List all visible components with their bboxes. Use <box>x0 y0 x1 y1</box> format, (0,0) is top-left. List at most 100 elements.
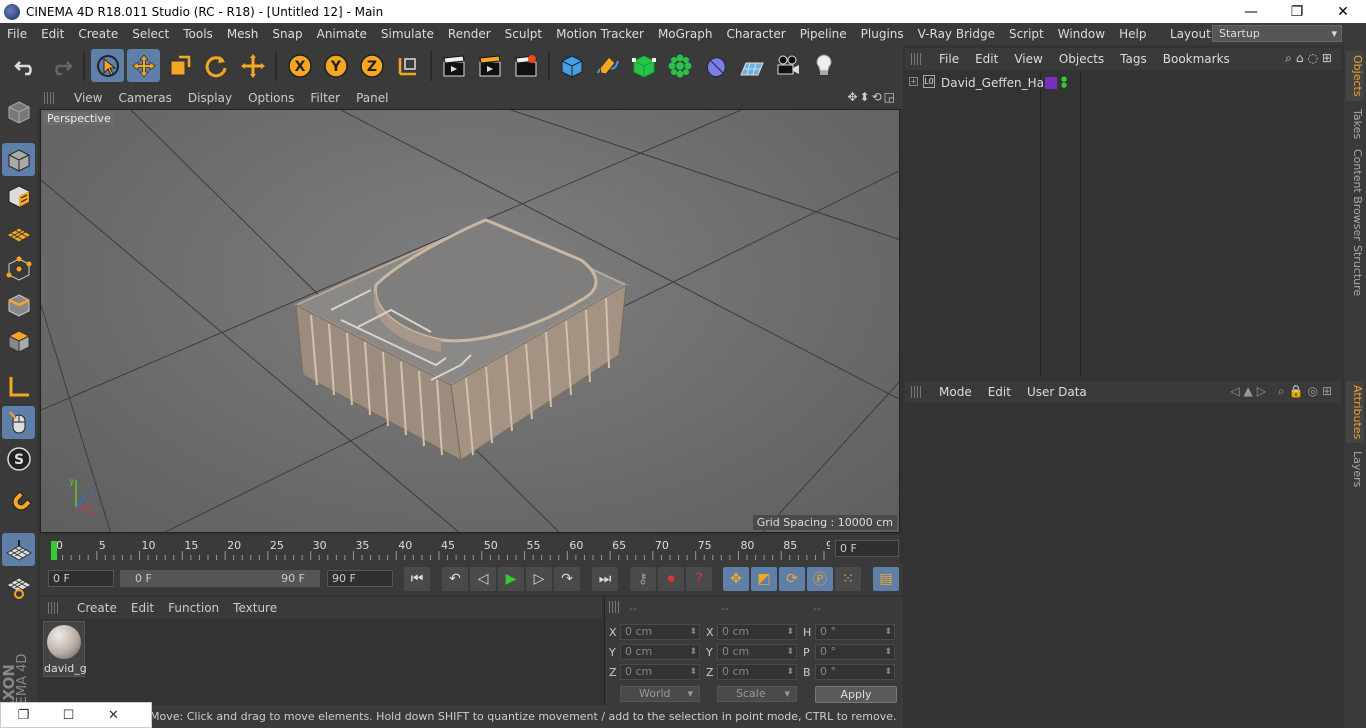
locked-workplane-button[interactable] <box>2 569 35 602</box>
z-axis-button[interactable]: Z <box>355 49 388 82</box>
objects-menu-objects[interactable]: Objects <box>1051 52 1112 66</box>
next-key-button[interactable]: ↷ <box>554 567 580 591</box>
menu-window[interactable]: Window <box>1051 27 1112 41</box>
add-camera-button[interactable] <box>771 49 804 82</box>
move-tool-button[interactable] <box>127 49 160 82</box>
objects-menu-bookmarks[interactable]: Bookmarks <box>1155 52 1238 66</box>
rot-b-field[interactable]: 0 ° <box>815 664 895 680</box>
object-name[interactable]: David_Geffen_Hall <box>941 76 1051 90</box>
menu-simulate[interactable]: Simulate <box>374 27 441 41</box>
size-x-field[interactable]: 0 cm <box>717 624 797 640</box>
menu-snap[interactable]: Snap <box>265 27 309 41</box>
taskbar-close-icon[interactable]: ✕ <box>91 708 136 723</box>
snapping-button[interactable] <box>2 487 35 520</box>
menu-motion-tracker[interactable]: Motion Tracker <box>549 27 651 41</box>
menu-script[interactable]: Script <box>1002 27 1051 41</box>
viewport-menu-display[interactable]: Display <box>180 91 240 105</box>
record-position-button[interactable]: ✥ <box>723 567 749 591</box>
perspective-viewport[interactable]: y x z Perspective Grid Spacing : 10000 c… <box>40 109 900 533</box>
tweak-mode-button[interactable] <box>2 406 35 439</box>
objects-menu-tags[interactable]: Tags <box>1112 52 1155 66</box>
start-frame-field[interactable]: 0 F <box>48 570 114 587</box>
object-manager-tool-icons[interactable]: ⌕⌂◌⊞ <box>1285 51 1336 66</box>
menu-render[interactable]: Render <box>441 27 498 41</box>
make-editable-button[interactable] <box>2 95 35 128</box>
objects-menu-edit[interactable]: Edit <box>967 52 1006 66</box>
timeline-ruler[interactable]: 0 5 10 15 20 25 30 35 40 45 50 55 60 65 70 75 80 85 90 0 F <box>40 535 900 563</box>
objects-menu-view[interactable]: View <box>1006 52 1050 66</box>
layer-color-swatch[interactable] <box>1045 77 1057 89</box>
undo-button[interactable] <box>9 49 42 82</box>
menu-plugins[interactable]: Plugins <box>854 27 911 41</box>
attributes-menu-user-data[interactable]: User Data <box>1019 385 1095 399</box>
panel-grip-icon[interactable] <box>48 602 60 614</box>
panel-grip-icon[interactable] <box>911 53 923 65</box>
live-selection-button[interactable] <box>91 49 124 82</box>
viewport-nav-icons[interactable]: ✥⬍⟲◲ <box>847 90 897 104</box>
rotate-tool-button[interactable] <box>199 49 232 82</box>
menu-edit[interactable]: Edit <box>34 27 71 41</box>
tab-objects[interactable]: Objects <box>1346 51 1364 101</box>
rot-h-field[interactable]: 0 ° <box>815 624 895 640</box>
texture-mode-button[interactable] <box>2 179 35 212</box>
menu-sculpt[interactable]: Sculpt <box>498 27 549 41</box>
solo-mode-button[interactable]: S <box>2 442 35 475</box>
add-subdivision-surface-button[interactable] <box>627 49 660 82</box>
record-rotation-button[interactable]: ⟳ <box>779 567 805 591</box>
menu-mograph[interactable]: MoGraph <box>651 27 720 41</box>
render-to-picture-viewer-button[interactable] <box>473 49 506 82</box>
redo-button[interactable] <box>44 49 77 82</box>
workplane-snap-button[interactable] <box>2 533 35 566</box>
panel-grip-icon[interactable] <box>911 386 923 398</box>
end-frame-field[interactable]: 90 F <box>327 570 393 587</box>
apply-button[interactable]: Apply <box>815 686 897 703</box>
object-row-david-geffen-hall[interactable]: + L0 David_Geffen_Hall ● ● <box>905 74 1342 92</box>
go-to-start-button[interactable]: ⏮ <box>404 567 430 591</box>
viewport-menu-filter[interactable]: Filter <box>302 91 348 105</box>
menu-mesh[interactable]: Mesh <box>220 27 266 41</box>
menu-animate[interactable]: Animate <box>310 27 374 41</box>
record-scale-button[interactable]: ◩ <box>751 567 777 591</box>
render-settings-button[interactable] <box>509 49 542 82</box>
tab-structure[interactable]: Structure <box>1346 241 1364 300</box>
add-light-button[interactable] <box>807 49 840 82</box>
tab-layers[interactable]: Layers <box>1346 447 1364 491</box>
recent-tools-button[interactable] <box>236 49 269 82</box>
layout-select[interactable]: Startup <box>1212 25 1342 42</box>
viewport-menu-options[interactable]: Options <box>240 91 302 105</box>
y-axis-button[interactable]: Y <box>319 49 352 82</box>
size-mode-select[interactable]: Scale <box>717 686 797 702</box>
record-point-level-button[interactable]: ⁙ <box>835 567 861 591</box>
x-axis-button[interactable]: X <box>283 49 316 82</box>
axis-mode-button[interactable] <box>2 370 35 403</box>
coordinate-mode-select[interactable]: World <box>620 686 700 702</box>
frame-range-slider[interactable]: 0 F 90 F <box>120 570 320 587</box>
viewport-menu-panel[interactable]: Panel <box>348 91 396 105</box>
current-frame-field[interactable]: 0 F <box>835 540 899 557</box>
size-z-field[interactable]: 0 cm <box>717 664 797 680</box>
objects-menu-file[interactable]: File <box>931 52 967 66</box>
add-cloner-button[interactable] <box>663 49 696 82</box>
coordinate-system-button[interactable] <box>391 49 424 82</box>
size-y-field[interactable]: 0 cm <box>717 644 797 660</box>
tab-content-browser[interactable]: Content Browser <box>1346 145 1364 245</box>
menu-character[interactable]: Character <box>719 27 792 41</box>
panel-grip-icon[interactable] <box>44 92 56 104</box>
panel-grip-icon[interactable] <box>609 601 621 613</box>
pos-y-field[interactable]: 0 cm <box>620 644 700 660</box>
model-mode-button[interactable] <box>2 143 35 176</box>
tab-takes[interactable]: Takes <box>1346 105 1364 143</box>
autokeying-button[interactable]: ⏺ <box>658 567 684 591</box>
menu-help[interactable]: Help <box>1112 27 1153 41</box>
keyframe-selection-button[interactable]: ? <box>686 567 712 591</box>
menu-select[interactable]: Select <box>125 27 176 41</box>
taskbar-restore-icon[interactable]: ❐ <box>1 708 46 723</box>
add-floor-button[interactable] <box>735 49 768 82</box>
menu-pipeline[interactable]: Pipeline <box>793 27 854 41</box>
material-menu-edit[interactable]: Edit <box>124 601 161 615</box>
record-active-objects-button[interactable]: ⚷ <box>630 567 656 591</box>
attributes-tool-icons[interactable]: ◁▲▷ ⌕🔒◎⊞ <box>1230 384 1336 399</box>
viewport-menu-cameras[interactable]: Cameras <box>110 91 179 105</box>
menu-tools[interactable]: Tools <box>176 27 220 41</box>
workplane-mode-button[interactable] <box>2 215 35 248</box>
